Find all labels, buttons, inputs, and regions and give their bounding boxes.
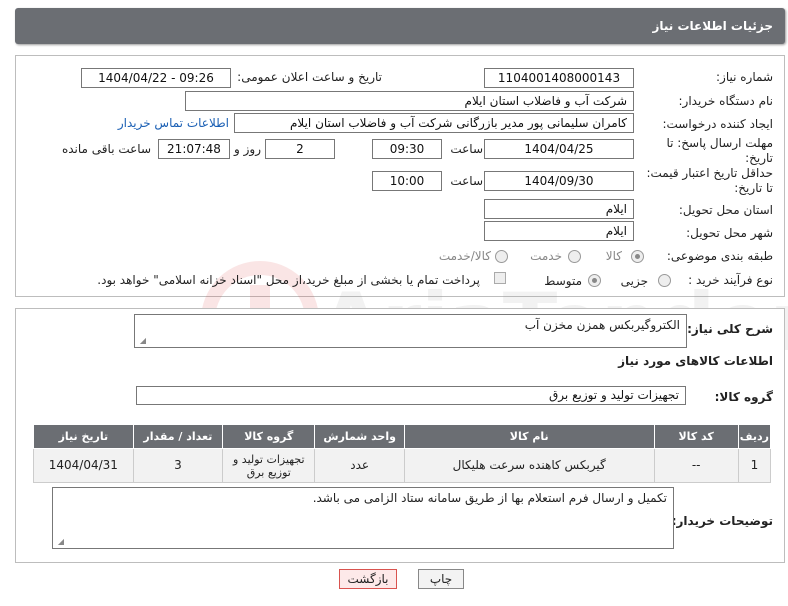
need-number-label: شماره نیاز: bbox=[716, 70, 773, 84]
cell-item-name: گیربکس کاهنده سرعت هلیکال bbox=[403, 448, 655, 483]
province-label: استان محل تحویل: bbox=[678, 203, 773, 217]
price-validity-label-line2: تا تاریخ: bbox=[734, 181, 773, 195]
process-option-minor: جزیی bbox=[620, 274, 648, 288]
time-remaining-field: 21:07:48 bbox=[158, 139, 230, 159]
goods-group-field: تجهیزات تولید و توزیع برق bbox=[136, 386, 686, 405]
treasury-payment-checkbox[interactable] bbox=[494, 272, 506, 284]
category-radio-goods-service[interactable] bbox=[495, 250, 508, 263]
back-button[interactable]: بازگشت bbox=[339, 569, 397, 589]
treasury-payment-note: پرداخت تمام یا بخشی از مبلغ خرید،از محل … bbox=[97, 273, 480, 287]
city-field: ایلام bbox=[484, 221, 634, 241]
deadline-time-label: ساعت bbox=[450, 142, 483, 156]
cell-group: تجهیزات تولید و توزیع برق bbox=[222, 448, 316, 483]
buyer-notes-label: توضیحات خریدار: bbox=[671, 514, 773, 528]
creator-label: ایجاد کننده درخواست: bbox=[662, 117, 773, 131]
resize-grip-icon[interactable]: ◢ bbox=[138, 337, 146, 345]
price-validity-time-label: ساعت bbox=[450, 174, 483, 188]
deadline-label-line2: تاریخ: bbox=[745, 151, 773, 165]
col-item-name: نام کالا bbox=[403, 424, 655, 449]
cell-quantity: 3 bbox=[132, 448, 224, 483]
time-remaining-label: ساعت باقی مانده bbox=[61, 142, 151, 156]
cell-row-number: 1 bbox=[737, 448, 772, 483]
deadline-label-line1: مهلت ارسال پاسخ: تا bbox=[666, 136, 773, 150]
province-field: ایلام bbox=[484, 199, 634, 219]
category-label: طبقه بندی موضوعی: bbox=[666, 249, 773, 263]
deadline-time-field: 09:30 bbox=[372, 139, 442, 159]
buyer-org-label: نام دستگاه خریدار: bbox=[678, 94, 774, 108]
price-validity-time-field: 10:00 bbox=[372, 171, 442, 191]
description-text: الکتروگیربکس همزن مخزن آب bbox=[524, 318, 680, 332]
days-remaining-field: 2 bbox=[265, 139, 335, 159]
need-number-field: 1104001408000143 bbox=[484, 68, 634, 88]
announce-date-label: تاریخ و ساعت اعلان عمومی: bbox=[237, 70, 382, 84]
resize-grip-icon[interactable]: ◢ bbox=[56, 538, 64, 546]
announce-date-field: 1404/04/22 - 09:26 bbox=[81, 68, 231, 88]
goods-table: ردیف کد کالا نام کالا واحد شمارش گروه کا… bbox=[33, 424, 772, 483]
col-item-code: کد کالا bbox=[653, 424, 739, 449]
table-row: 1 -- گیربکس کاهنده سرعت هلیکال عدد تجهیز… bbox=[33, 448, 772, 483]
col-need-date: تاریخ نیاز bbox=[33, 424, 134, 449]
goods-table-header: ردیف کد کالا نام کالا واحد شمارش گروه کا… bbox=[33, 424, 772, 449]
description-label: شرح کلی نیاز: bbox=[687, 322, 773, 336]
page-title: جزئیات اطلاعات نیاز bbox=[15, 8, 785, 44]
process-type-label: نوع فرآیند خرید : bbox=[688, 273, 773, 287]
deadline-date-field: 1404/04/25 bbox=[484, 139, 634, 159]
category-option-goods-service: کالا/خدمت bbox=[438, 249, 491, 263]
category-radio-goods[interactable] bbox=[631, 250, 644, 263]
print-button[interactable]: چاپ bbox=[418, 569, 464, 589]
buyer-contact-link[interactable]: اطلاعات تماس خریدار bbox=[118, 116, 229, 130]
cell-need-date: 1404/04/31 bbox=[33, 448, 134, 483]
days-label: روز و bbox=[234, 142, 261, 156]
col-unit: واحد شمارش bbox=[314, 424, 405, 449]
buyer-notes-textarea: تکمیل و ارسال فرم استعلام بها از طریق سا… bbox=[52, 487, 674, 549]
price-validity-date-field: 1404/09/30 bbox=[484, 171, 634, 191]
col-group: گروه کالا bbox=[222, 424, 316, 449]
category-radio-service[interactable] bbox=[568, 250, 581, 263]
col-quantity: تعداد / مقدار bbox=[132, 424, 224, 449]
price-validity-label-line1: حداقل تاریخ اعتبار قیمت: bbox=[646, 166, 773, 180]
creator-field: کامران سلیمانی پور مدیر بازرگانی شرکت آب… bbox=[234, 113, 634, 133]
city-label: شهر محل تحویل: bbox=[686, 226, 773, 240]
cell-item-code: -- bbox=[653, 448, 739, 483]
process-radio-minor[interactable] bbox=[658, 274, 671, 287]
goods-section-title: اطلاعات کالاهای مورد نیاز bbox=[618, 354, 773, 368]
goods-group-label: گروه کالا: bbox=[714, 390, 773, 404]
buyer-notes-text: تکمیل و ارسال فرم استعلام بها از طریق سا… bbox=[312, 491, 667, 505]
category-option-service: خدمت bbox=[530, 249, 562, 263]
cell-unit: عدد bbox=[314, 448, 405, 483]
description-textarea: الکتروگیربکس همزن مخزن آب ◢ bbox=[134, 314, 687, 348]
category-option-goods: کالا bbox=[605, 249, 622, 263]
buyer-org-field: شرکت آب و فاضلاب استان ایلام bbox=[185, 91, 634, 111]
col-row-number: ردیف bbox=[737, 424, 772, 449]
process-option-medium: متوسط bbox=[544, 274, 582, 288]
process-radio-medium[interactable] bbox=[588, 274, 601, 287]
